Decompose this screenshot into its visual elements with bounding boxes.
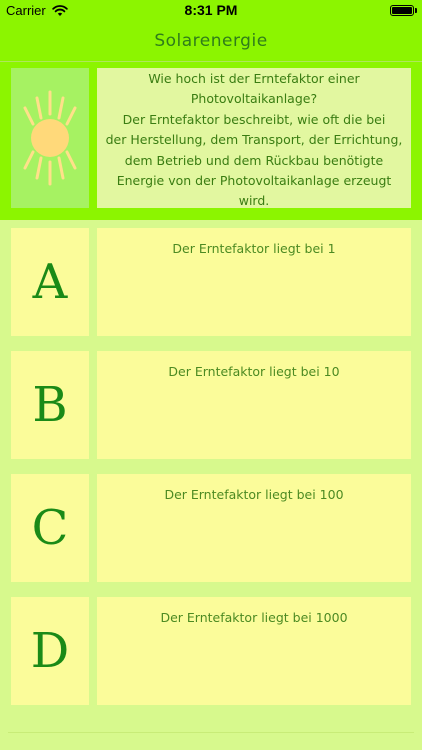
answer-row-b: B Der Erntefaktor liegt bei 10 (0, 351, 422, 463)
answer-letter: C (31, 500, 69, 556)
answer-option-b[interactable]: Der Erntefaktor liegt bei 10 (97, 351, 411, 459)
answer-letter-box: D (11, 597, 89, 705)
question-section: Wie hoch ist der Erntefaktor einer Photo… (0, 62, 422, 220)
bottom-divider (8, 732, 414, 733)
answer-letter-box: A (11, 228, 89, 336)
answer-text: Der Erntefaktor liegt bei 100 (164, 487, 344, 502)
answer-text: Der Erntefaktor liegt bei 1000 (160, 610, 348, 625)
answer-option-a[interactable]: Der Erntefaktor liegt bei 1 (97, 228, 411, 336)
answer-letter: D (30, 623, 70, 679)
answer-letter: A (32, 254, 68, 310)
answer-text: Der Erntefaktor liegt bei 1 (172, 241, 336, 256)
answer-letter: B (32, 377, 68, 433)
answer-letter-box: B (11, 351, 89, 459)
page-title: Solarenergie (154, 31, 268, 51)
navigation-bar: Solarenergie (0, 22, 422, 62)
answer-letter-box: C (11, 474, 89, 582)
battery-icon (390, 5, 414, 16)
question-text: Wie hoch ist der Erntefaktor einer Photo… (105, 71, 403, 209)
answer-row-d: D Der Erntefaktor liegt bei 1000 (0, 597, 422, 709)
answer-text: Der Erntefaktor liegt bei 10 (168, 364, 340, 379)
sun-panel (11, 68, 89, 208)
status-bar: Carrier 8:31 PM (0, 0, 422, 22)
answer-option-c[interactable]: Der Erntefaktor liegt bei 100 (97, 474, 411, 582)
clock: 8:31 PM (184, 2, 238, 18)
sun-icon (23, 90, 77, 186)
answer-row-a: A Der Erntefaktor liegt bei 1 (0, 228, 422, 340)
question-box: Wie hoch ist der Erntefaktor einer Photo… (97, 68, 411, 208)
answer-option-d[interactable]: Der Erntefaktor liegt bei 1000 (97, 597, 411, 705)
answer-row-c: C Der Erntefaktor liegt bei 100 (0, 474, 422, 586)
battery-tip (415, 8, 417, 13)
